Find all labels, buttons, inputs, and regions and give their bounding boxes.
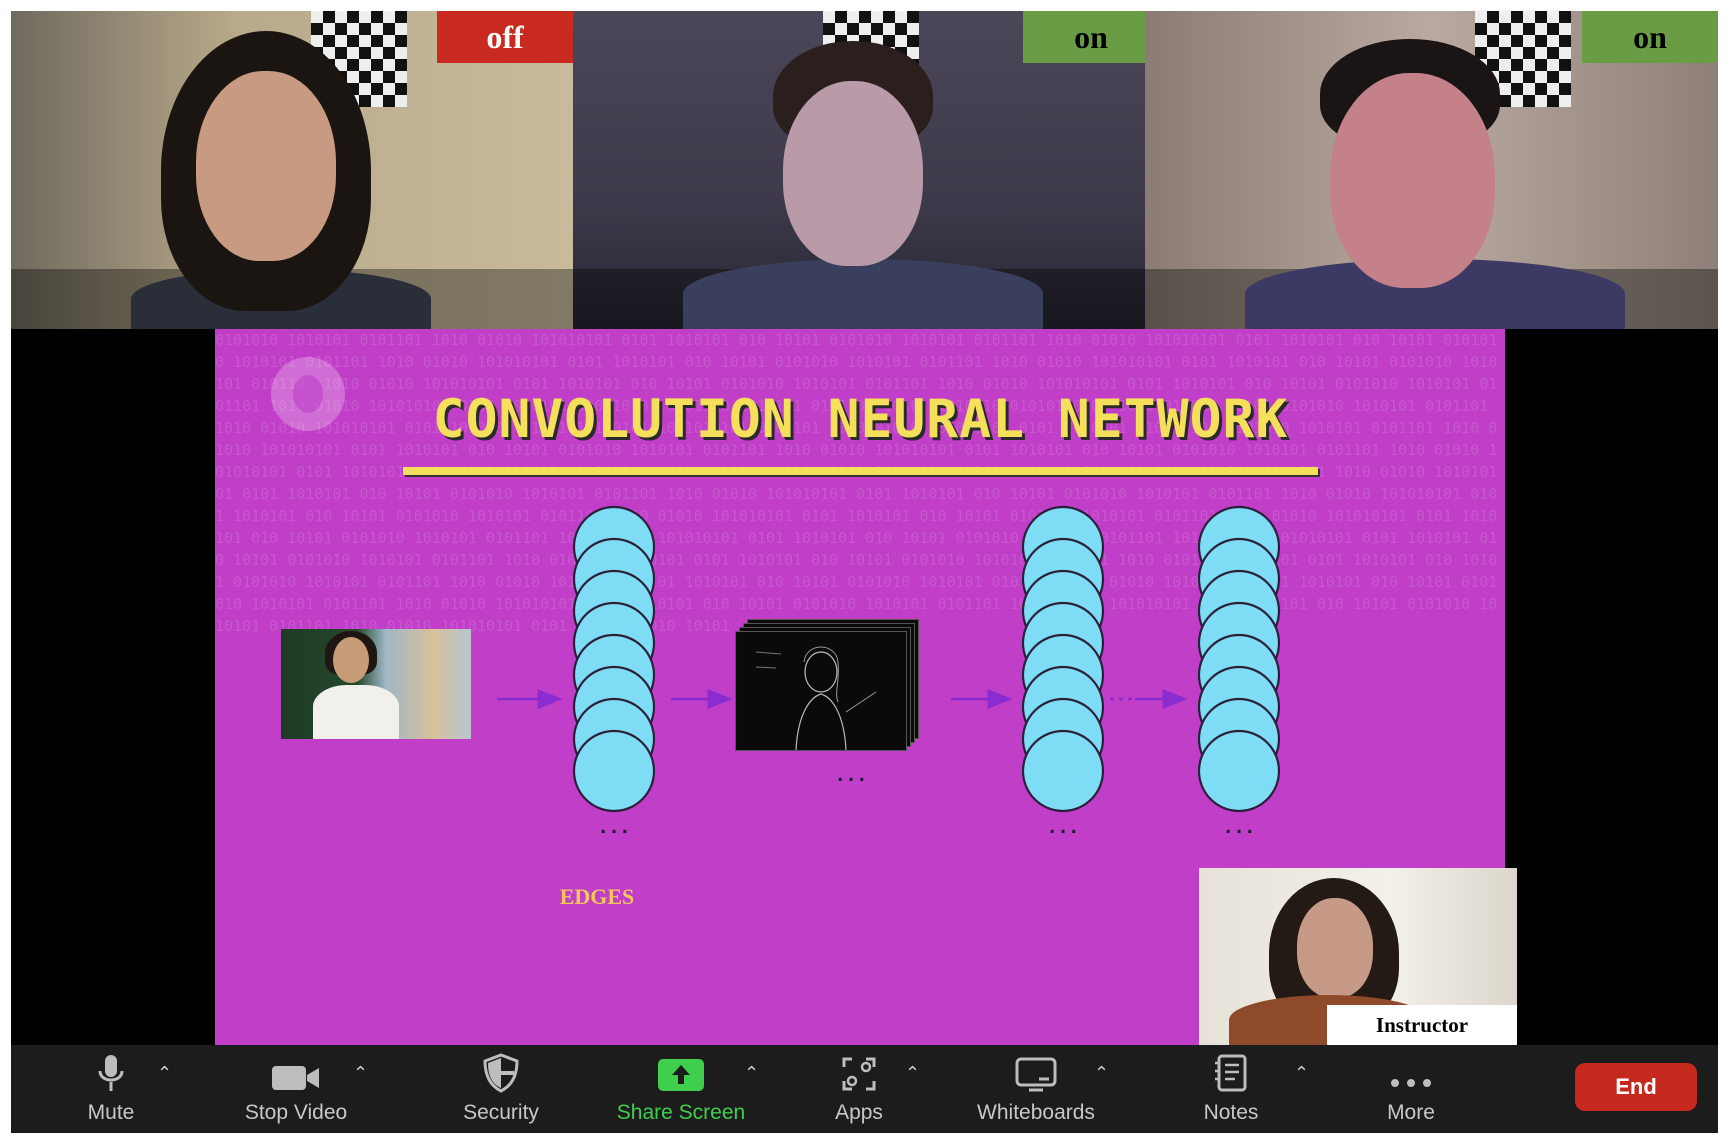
end-meeting-button[interactable]: End xyxy=(1575,1063,1697,1111)
meeting-toolbar: Mute ⌃ Stop Video ⌃ Security Share Scree… xyxy=(11,1045,1718,1133)
share-screen-icon xyxy=(657,1045,705,1093)
ellipsis-layer-1: ... xyxy=(598,817,631,838)
security-label: Security xyxy=(463,1101,539,1124)
instructor-label: Instructor xyxy=(1327,1005,1517,1045)
mute-button[interactable]: Mute xyxy=(61,1045,161,1133)
notes-button[interactable]: Notes xyxy=(1181,1045,1281,1133)
edges-label: EDGES xyxy=(559,884,635,909)
apps-button[interactable]: Apps xyxy=(809,1045,909,1133)
ellipsis-edge-maps: ... xyxy=(835,765,868,786)
apps-options-caret-icon[interactable]: ⌃ xyxy=(905,1063,920,1084)
video-camera-icon xyxy=(271,1045,321,1093)
whiteboard-options-caret-icon[interactable]: ⌃ xyxy=(1094,1063,1109,1084)
stop-video-button[interactable]: Stop Video xyxy=(211,1045,381,1133)
notes-label: Notes xyxy=(1203,1101,1259,1124)
share-options-caret-icon[interactable]: ⌃ xyxy=(744,1063,759,1084)
status-badge: on xyxy=(1023,11,1145,63)
whiteboard-icon xyxy=(1015,1045,1057,1093)
whiteboards-label: Whiteboards xyxy=(977,1101,1095,1124)
shield-icon xyxy=(483,1045,519,1093)
more-button[interactable]: More xyxy=(1361,1045,1461,1133)
participant-face xyxy=(783,81,923,266)
participant-video-2[interactable]: on xyxy=(573,11,1145,329)
whiteboards-button[interactable]: Whiteboards xyxy=(956,1045,1116,1133)
neuron-layer-2 xyxy=(1021,505,1105,813)
ellipsis-layer-3: ... xyxy=(1223,817,1256,838)
ellipsis-layer-2: ... xyxy=(1047,817,1080,838)
mute-options-caret-icon[interactable]: ⌃ xyxy=(157,1063,172,1084)
apps-icon xyxy=(840,1045,878,1093)
participant-face xyxy=(196,71,336,261)
stop-video-label: Stop Video xyxy=(244,1101,348,1124)
participant-video-3[interactable]: on xyxy=(1145,11,1718,329)
status-badge: on xyxy=(1582,11,1718,63)
mute-label: Mute xyxy=(87,1101,135,1124)
neuron-layer-3 xyxy=(1197,505,1281,813)
status-badge: off xyxy=(437,11,573,63)
neuron-layer-1 xyxy=(572,505,656,813)
apps-label: Apps xyxy=(835,1101,883,1124)
instructor-face xyxy=(1297,898,1373,998)
instructor-video[interactable]: Instructor xyxy=(1199,868,1517,1045)
participant-face xyxy=(1330,73,1495,288)
video-options-caret-icon[interactable]: ⌃ xyxy=(353,1063,368,1084)
more-label: More xyxy=(1387,1101,1435,1124)
share-screen-button[interactable]: Share Screen xyxy=(596,1045,766,1133)
notes-options-caret-icon[interactable]: ⌃ xyxy=(1294,1063,1309,1084)
share-screen-label: Share Screen xyxy=(616,1101,746,1124)
participant-video-1[interactable]: off xyxy=(11,11,573,329)
meeting-window: off on on 0101010 1010101 0101101 1010 0… xyxy=(11,11,1718,1133)
security-button[interactable]: Security xyxy=(436,1045,566,1133)
microphone-icon xyxy=(96,1045,126,1093)
notes-icon xyxy=(1213,1045,1249,1093)
more-dots-icon xyxy=(1389,1045,1433,1093)
